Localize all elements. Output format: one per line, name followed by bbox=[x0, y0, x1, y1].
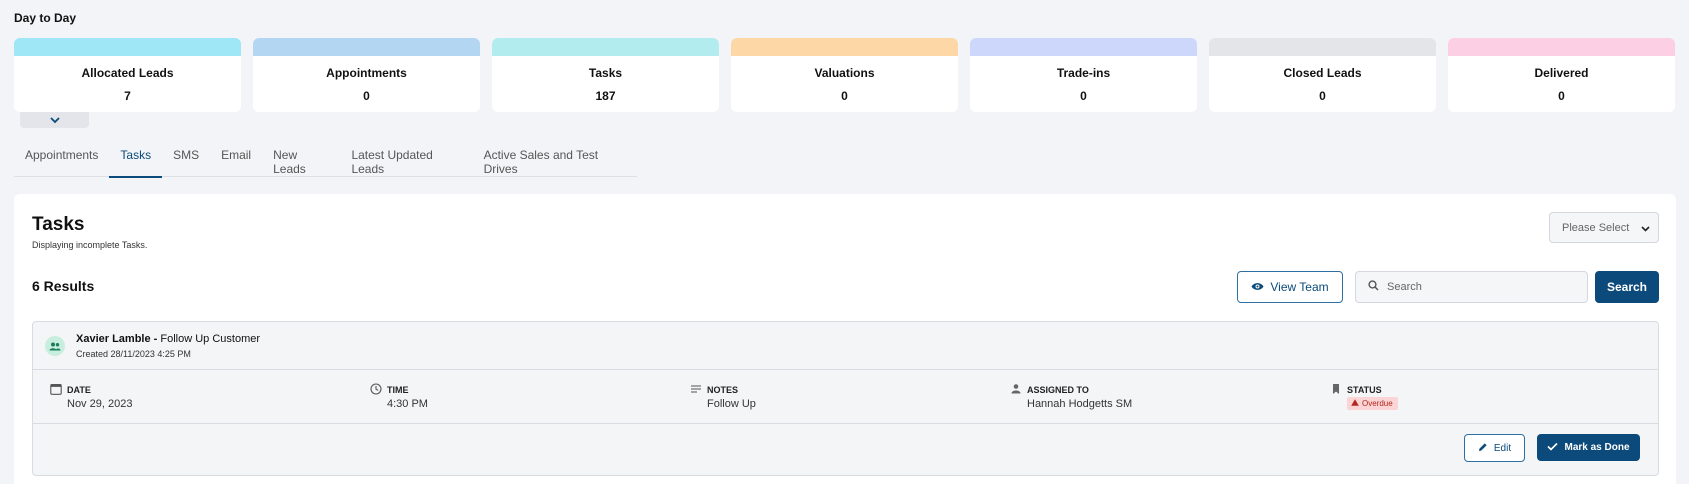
card-stripe bbox=[1448, 38, 1675, 56]
card-stripe bbox=[253, 38, 480, 56]
notes-icon bbox=[690, 382, 702, 400]
clock-icon bbox=[370, 382, 382, 400]
status-label: STATUS bbox=[1347, 385, 1382, 395]
task-header: Xavier Lamble - Follow Up Customer Creat… bbox=[33, 322, 1658, 370]
task-card: Xavier Lamble - Follow Up Customer Creat… bbox=[32, 321, 1659, 476]
task-fields: DATE Nov 29, 2023 TIME 4:30 PM NOTES Fol… bbox=[33, 370, 1658, 424]
section-title: Day to Day bbox=[14, 11, 77, 25]
edit-label: Edit bbox=[1493, 442, 1512, 454]
card-label: Appointments bbox=[326, 66, 407, 80]
time-value: 4:30 PM bbox=[387, 398, 428, 410]
time-label: TIME bbox=[387, 385, 409, 395]
notes-label: NOTES bbox=[707, 385, 739, 395]
chevron-down-icon bbox=[49, 111, 60, 129]
card-allocated-leads[interactable]: Allocated Leads 7 bbox=[14, 38, 241, 112]
card-label: Allocated Leads bbox=[81, 66, 174, 80]
tab-latest-updated-leads[interactable]: Latest Updated Leads bbox=[340, 140, 472, 177]
tab-email[interactable]: Email bbox=[210, 140, 262, 177]
task-title[interactable]: Xavier Lamble - Follow Up Customer bbox=[76, 333, 260, 345]
search-input[interactable] bbox=[1387, 281, 1567, 293]
calendar-icon bbox=[50, 382, 62, 400]
card-value: 0 bbox=[1080, 89, 1087, 103]
tab-bar: Appointments Tasks SMS Email New Leads L… bbox=[14, 140, 637, 178]
bookmark-icon bbox=[1330, 382, 1342, 400]
view-team-label: View Team bbox=[1270, 280, 1329, 294]
collapse-cards-button[interactable] bbox=[20, 112, 89, 128]
mark-as-done-label: Mark as Done bbox=[1564, 442, 1630, 453]
chevron-down-icon bbox=[1641, 223, 1650, 235]
task-created: Created 28/11/2023 4:25 PM bbox=[76, 349, 191, 359]
tasks-panel: Tasks Displaying incomplete Tasks. Pleas… bbox=[14, 194, 1676, 484]
task-type: Follow Up Customer bbox=[160, 333, 261, 345]
filter-select[interactable]: Please Select bbox=[1549, 212, 1659, 243]
title-separator: - bbox=[150, 333, 161, 345]
results-count: 6 Results bbox=[32, 278, 95, 294]
card-tasks[interactable]: Tasks 187 bbox=[492, 38, 719, 112]
card-label: Tasks bbox=[588, 66, 623, 80]
card-value: 0 bbox=[841, 89, 848, 103]
card-value: 7 bbox=[124, 89, 131, 103]
page-subtitle: Displaying incomplete Tasks. bbox=[32, 240, 148, 250]
assigned-label: ASSIGNED TO bbox=[1027, 385, 1089, 395]
card-trade-ins[interactable]: Trade-ins 0 bbox=[970, 38, 1197, 112]
card-valuations[interactable]: Valuations 0 bbox=[731, 38, 958, 112]
card-appointments[interactable]: Appointments 0 bbox=[253, 38, 480, 112]
task-actions: Edit Mark as Done bbox=[33, 424, 1658, 475]
card-label: Trade-ins bbox=[1056, 66, 1111, 80]
card-value: 0 bbox=[1319, 89, 1326, 103]
card-label: Closed Leads bbox=[1283, 66, 1362, 80]
search-icon bbox=[1368, 278, 1379, 296]
notes-value: Follow Up bbox=[707, 398, 756, 410]
edit-button[interactable]: Edit bbox=[1464, 434, 1525, 462]
date-label: DATE bbox=[67, 385, 91, 395]
status-value: Overdue bbox=[1362, 399, 1393, 408]
check-icon bbox=[1547, 442, 1559, 454]
card-delivered[interactable]: Delivered 0 bbox=[1448, 38, 1675, 112]
card-label: Delivered bbox=[1534, 66, 1589, 80]
card-stripe bbox=[970, 38, 1197, 56]
search-button[interactable]: Search bbox=[1595, 271, 1659, 303]
customer-name[interactable]: Xavier Lamble bbox=[76, 333, 151, 345]
card-stripe bbox=[492, 38, 719, 56]
person-icon bbox=[1010, 382, 1022, 400]
card-stripe bbox=[14, 38, 241, 56]
filter-select-value: Please Select bbox=[1562, 221, 1630, 234]
card-value: 0 bbox=[1558, 89, 1565, 103]
tab-sms[interactable]: SMS bbox=[162, 140, 210, 177]
page-title: Tasks bbox=[32, 214, 85, 235]
card-closed-leads[interactable]: Closed Leads 0 bbox=[1209, 38, 1436, 112]
card-value: 187 bbox=[595, 89, 616, 103]
card-stripe bbox=[731, 38, 958, 56]
search-field[interactable] bbox=[1355, 271, 1588, 303]
tab-tasks[interactable]: Tasks bbox=[109, 140, 162, 178]
summary-cards: Allocated Leads 7 Appointments 0 Tasks 1… bbox=[14, 38, 1675, 112]
tab-active-sales-test-drives[interactable]: Active Sales and Test Drives bbox=[473, 140, 637, 177]
eye-icon bbox=[1251, 280, 1264, 294]
pencil-icon bbox=[1478, 442, 1488, 455]
view-team-button[interactable]: View Team bbox=[1237, 271, 1343, 303]
status-badge: Overdue bbox=[1347, 397, 1398, 410]
card-stripe bbox=[1209, 38, 1436, 56]
date-value: Nov 29, 2023 bbox=[67, 398, 133, 410]
assigned-value: Hannah Hodgetts SM bbox=[1027, 398, 1133, 410]
team-icon bbox=[45, 336, 65, 356]
tab-appointments[interactable]: Appointments bbox=[14, 140, 109, 177]
card-label: Valuations bbox=[814, 66, 875, 80]
card-value: 0 bbox=[363, 89, 370, 103]
mark-as-done-button[interactable]: Mark as Done bbox=[1537, 434, 1640, 461]
warning-icon bbox=[1351, 399, 1359, 408]
tab-new-leads[interactable]: New Leads bbox=[262, 140, 340, 177]
